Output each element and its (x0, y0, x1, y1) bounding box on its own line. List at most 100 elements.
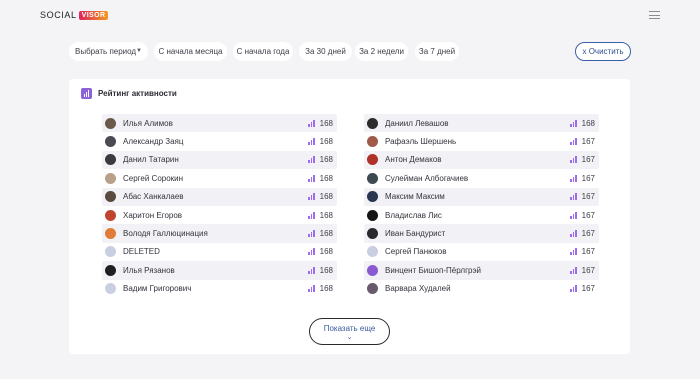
user-row[interactable]: Даниил Левашов 168 (364, 114, 599, 133)
bar-chart-icon (570, 266, 577, 274)
avatar[interactable] (367, 228, 378, 240)
bar-chart-icon (308, 193, 315, 201)
filter-year-start[interactable]: С начала года (233, 42, 293, 61)
avatar[interactable] (105, 246, 116, 258)
user-name[interactable]: Володя Галлюцинация (123, 229, 208, 238)
filter-2-weeks[interactable]: За 2 недели (355, 42, 408, 61)
score-value: 168 (319, 155, 333, 165)
user-row[interactable]: Данил Татарин 168 (102, 150, 337, 170)
bar-chart-icon (308, 138, 315, 146)
user-row[interactable]: Сулейман Албогачиев 167 (364, 169, 599, 187)
bar-chart-icon (570, 138, 577, 146)
user-name[interactable]: Александр Заяц (123, 137, 183, 146)
user-row[interactable]: Александр Заяц 168 (102, 132, 337, 150)
avatar[interactable] (367, 264, 378, 276)
user-row[interactable]: Абас Ханкалаев 168 (102, 187, 337, 206)
score-value: 168 (319, 137, 333, 147)
bar-chart-icon (308, 119, 315, 127)
filter-month-start[interactable]: С начала месяца (154, 42, 227, 61)
period-select-value: Выбрать период (75, 47, 137, 56)
user-name[interactable]: Илья Алимов (123, 119, 173, 128)
user-row[interactable]: Вадим Григорович 168 (102, 280, 337, 298)
user-name[interactable]: Илья Рязанов (123, 266, 175, 275)
avatar[interactable] (105, 264, 116, 276)
bar-chart-icon (570, 211, 577, 219)
activity-score: 168 (570, 114, 595, 132)
user-name[interactable]: Иван Бандурист (385, 229, 445, 238)
user-name[interactable]: Харитон Егоров (123, 211, 182, 220)
logo[interactable]: SOCIAL VISOR (40, 10, 109, 20)
card-title: Рейтинг активности (98, 88, 177, 98)
user-name[interactable]: DELETED (123, 247, 160, 256)
score-value: 168 (319, 229, 333, 239)
bar-chart-icon (308, 211, 315, 219)
logo-badge: VISOR (78, 10, 109, 20)
user-name[interactable]: Даниил Левашов (385, 119, 449, 128)
avatar[interactable] (367, 136, 378, 148)
activity-score: 168 (308, 169, 333, 187)
user-row[interactable]: Рафаэль Шершень 167 (364, 132, 599, 150)
filter-30-days[interactable]: За 30 дней (299, 42, 352, 61)
period-select[interactable]: Выбрать период ▼ (69, 42, 148, 61)
avatar[interactable] (367, 117, 378, 129)
score-value: 167 (581, 284, 595, 294)
bar-chart-icon (570, 174, 577, 182)
avatar[interactable] (105, 228, 116, 240)
avatar[interactable] (105, 136, 116, 148)
user-name[interactable]: Варвара Худалей (385, 284, 451, 293)
avatar[interactable] (367, 154, 378, 166)
avatar[interactable] (105, 172, 116, 184)
avatar[interactable] (105, 209, 116, 221)
user-row[interactable]: Илья Алимов 168 (102, 114, 337, 133)
activity-score: 168 (308, 280, 333, 298)
user-row[interactable]: Сергей Сорокин 168 (102, 169, 337, 187)
user-row[interactable]: Володя Галлюцинация 168 (102, 224, 337, 243)
user-name[interactable]: Винцент Бишоп-Пёрлгрэй (385, 266, 481, 275)
avatar[interactable] (105, 117, 116, 129)
avatar[interactable] (105, 191, 116, 203)
user-row[interactable]: DELETED 168 (102, 243, 337, 261)
user-name[interactable]: Сергей Панюков (385, 247, 446, 256)
activity-score: 168 (308, 188, 333, 206)
hamburger-menu-icon[interactable] (649, 10, 660, 20)
score-value: 168 (319, 284, 333, 294)
score-value: 167 (581, 265, 595, 275)
user-row[interactable]: Илья Рязанов 168 (102, 261, 337, 280)
user-name[interactable]: Вадим Григорович (123, 284, 191, 293)
bar-chart-icon (308, 248, 315, 256)
avatar[interactable] (105, 283, 116, 295)
score-value: 167 (581, 155, 595, 165)
filter-7-days[interactable]: За 7 дней (415, 42, 459, 61)
show-more-button[interactable]: Показать еще ⌄ (309, 318, 390, 345)
user-row[interactable]: Владислав Лис 167 (364, 206, 599, 224)
user-name[interactable]: Владислав Лис (385, 211, 442, 220)
user-row[interactable]: Харитон Егоров 168 (102, 206, 337, 224)
user-name[interactable]: Сулейман Албогачиев (385, 174, 468, 183)
user-row[interactable]: Иван Бандурист 167 (364, 224, 599, 243)
logo-text: SOCIAL (40, 10, 77, 20)
show-more-label: Показать еще (323, 324, 376, 333)
chevron-down-icon: ⌄ (346, 334, 353, 341)
user-name[interactable]: Антон Демаков (385, 155, 442, 164)
clear-filters-button[interactable]: x Очистить (575, 42, 631, 61)
user-row[interactable]: Винцент Бишоп-Пёрлгрэй 167 (364, 261, 599, 280)
avatar[interactable] (367, 283, 378, 295)
user-row[interactable]: Антон Демаков 167 (364, 150, 599, 170)
user-name[interactable]: Максим Максим (385, 192, 445, 201)
avatar[interactable] (367, 246, 378, 258)
score-value: 167 (581, 173, 595, 183)
avatar[interactable] (367, 172, 378, 184)
user-name[interactable]: Рафаэль Шершень (385, 137, 456, 146)
user-row[interactable]: Варвара Худалей 167 (364, 280, 599, 298)
user-row[interactable]: Максим Максим 167 (364, 187, 599, 206)
activity-score: 167 (570, 280, 595, 298)
user-name[interactable]: Сергей Сорокин (123, 174, 183, 183)
user-name[interactable]: Абас Ханкалаев (123, 192, 184, 201)
bar-chart-icon (81, 87, 92, 99)
avatar[interactable] (367, 209, 378, 221)
avatar[interactable] (367, 191, 378, 203)
user-name[interactable]: Данил Татарин (123, 155, 179, 164)
user-row[interactable]: Сергей Панюков 167 (364, 243, 599, 261)
activity-rating-card: Рейтинг активности Илья Алимов 168 Алексан… (69, 79, 630, 354)
avatar[interactable] (105, 154, 116, 166)
